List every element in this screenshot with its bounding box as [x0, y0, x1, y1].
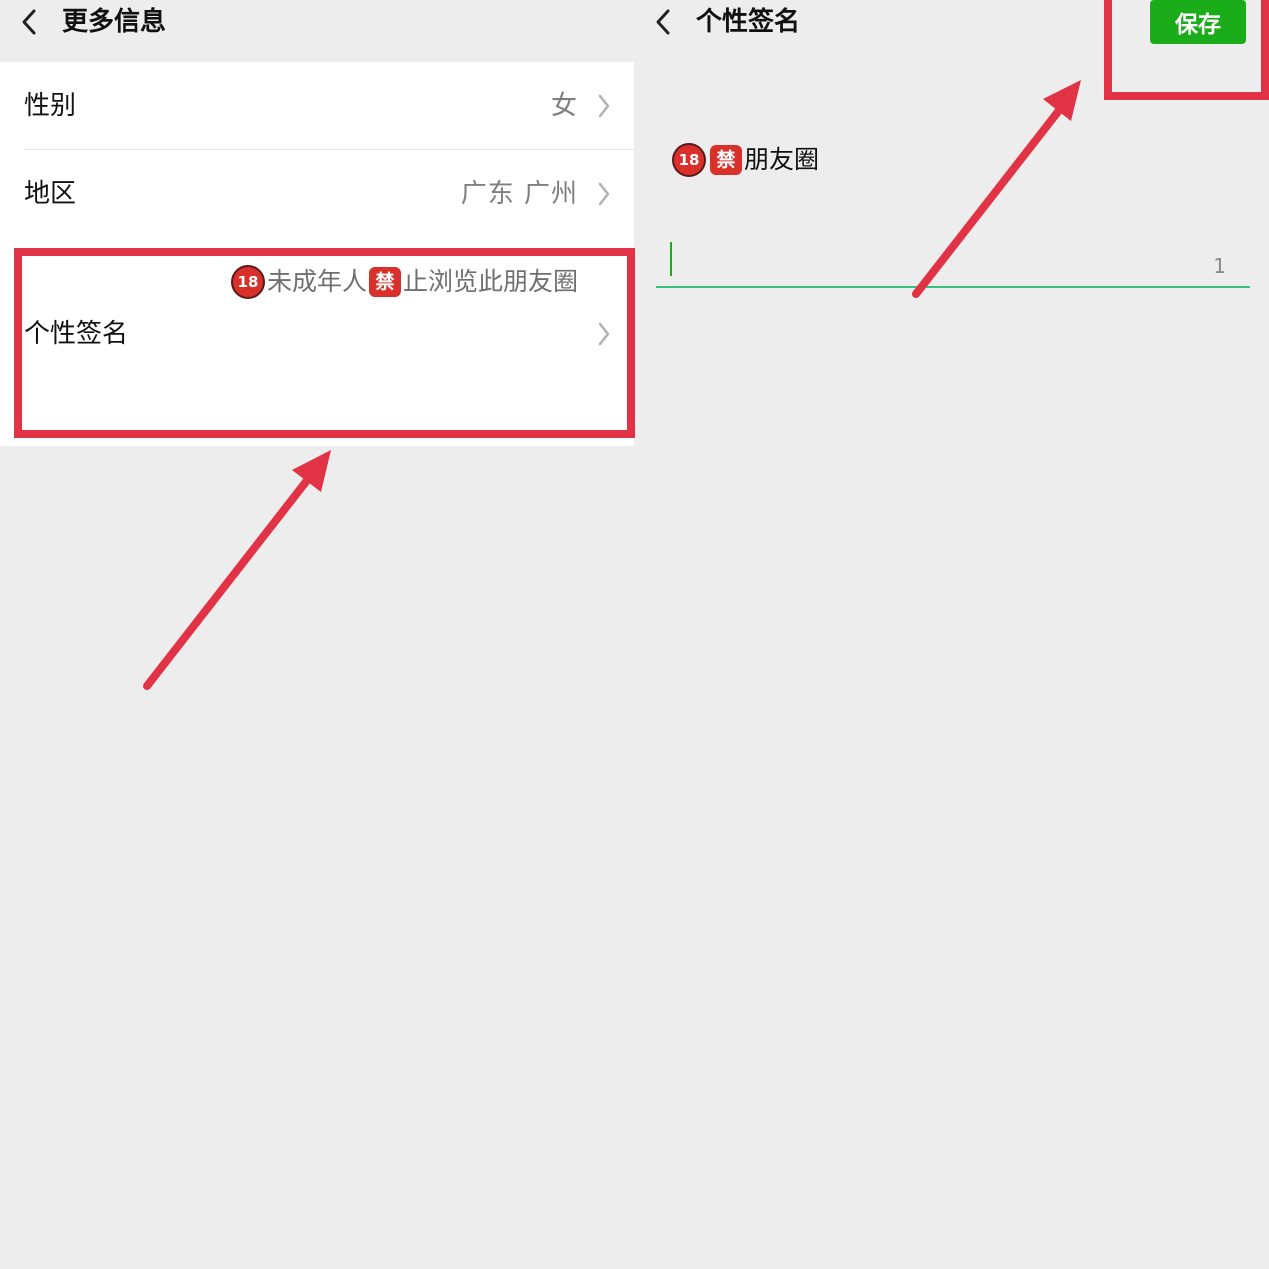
arrow-annotation — [912, 80, 1081, 298]
arrow-annotation — [143, 450, 331, 690]
annotation-arrows — [143, 80, 1081, 690]
